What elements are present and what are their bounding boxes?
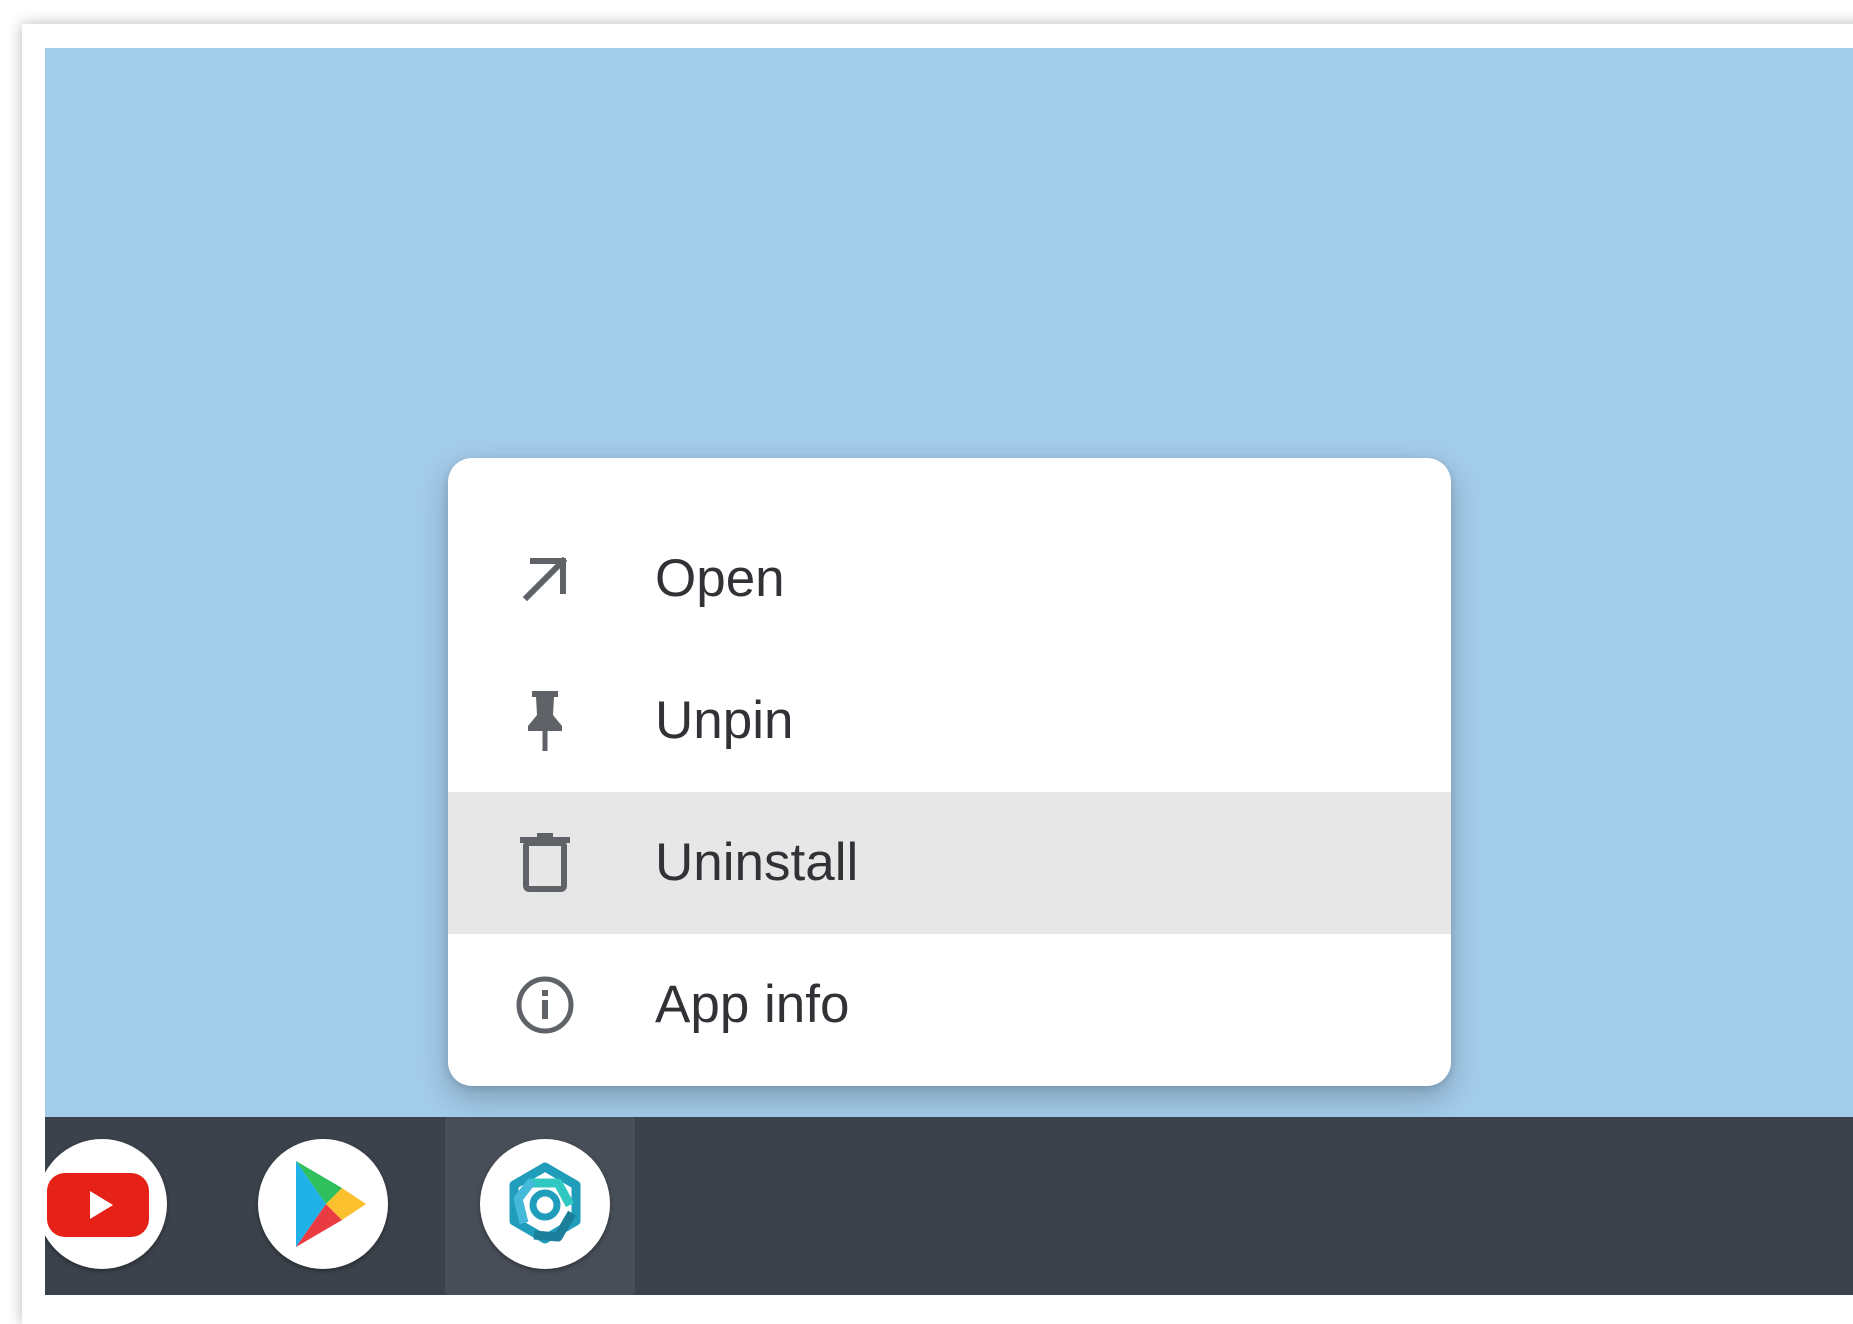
menu-item-app-info-label: App info [655, 975, 850, 1034]
arrow-up-right-icon [515, 549, 575, 609]
youtube-app[interactable] [45, 1139, 167, 1269]
menu-item-app-info[interactable]: App info [448, 934, 1451, 1076]
menu-item-unpin[interactable]: Unpin [448, 650, 1451, 792]
menu-item-unpin-label: Unpin [655, 691, 794, 750]
info-icon [515, 975, 575, 1035]
menu-item-open-label: Open [655, 549, 785, 608]
play-store-app[interactable] [258, 1139, 388, 1269]
teal-app[interactable] [480, 1139, 610, 1269]
pin-icon [515, 691, 575, 751]
app-context-menu: Open Unpin Uninstall App info [448, 458, 1451, 1086]
menu-item-open[interactable]: Open [448, 508, 1451, 650]
menu-item-uninstall[interactable]: Uninstall [448, 792, 1451, 934]
desktop-screen: Open Unpin Uninstall App info [45, 48, 1853, 1295]
menu-item-uninstall-label: Uninstall [655, 833, 859, 892]
shelf [45, 1117, 1853, 1295]
youtube-icon [47, 1173, 149, 1237]
teal-app-icon [509, 1162, 581, 1244]
play-store-icon [296, 1161, 366, 1247]
trash-icon [515, 833, 575, 893]
